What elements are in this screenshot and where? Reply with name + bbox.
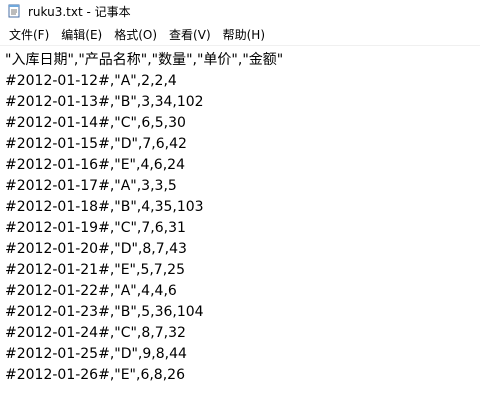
text-line[interactable]: #2012-01-22#,"A",4,4,6 [5, 281, 480, 302]
notepad-window: ruku3.txt - 记事本 文件(F) 编辑(E) 格式(O) 查看(V) … [0, 0, 480, 404]
menu-file[interactable]: 文件(F) [3, 24, 55, 45]
text-line[interactable]: #2012-01-21#,"E",5,7,25 [5, 260, 480, 281]
menu-format[interactable]: 格式(O) [108, 24, 163, 45]
text-line[interactable]: #2012-01-26#,"E",6,8,26 [5, 365, 480, 386]
text-line[interactable]: #2012-01-16#,"E",4,6,24 [5, 155, 480, 176]
menu-edit[interactable]: 编辑(E) [55, 24, 108, 45]
text-line[interactable]: #2012-01-19#,"C",7,6,31 [5, 218, 480, 239]
notepad-icon [7, 4, 21, 18]
text-line[interactable]: #2012-01-25#,"D",9,8,44 [5, 344, 480, 365]
text-line[interactable]: #2012-01-14#,"C",6,5,30 [5, 113, 480, 134]
window-title: ruku3.txt - 记事本 [28, 4, 131, 19]
text-content[interactable]: "入库日期","产品名称","数量","单价","金额" #2012-01-12… [0, 46, 480, 386]
text-editor[interactable]: "入库日期","产品名称","数量","单价","金额" #2012-01-12… [0, 45, 480, 404]
text-line[interactable]: #2012-01-13#,"B",3,34,102 [5, 92, 480, 113]
text-line[interactable]: #2012-01-15#,"D",7,6,42 [5, 134, 480, 155]
text-line[interactable]: #2012-01-18#,"B",4,35,103 [5, 197, 480, 218]
text-line[interactable]: #2012-01-12#,"A",2,2,4 [5, 71, 480, 92]
title-bar[interactable]: ruku3.txt - 记事本 [0, 0, 480, 22]
text-line[interactable]: #2012-01-24#,"C",8,7,32 [5, 323, 480, 344]
text-line[interactable]: "入库日期","产品名称","数量","单价","金额" [5, 50, 480, 71]
text-line[interactable]: #2012-01-17#,"A",3,3,5 [5, 176, 480, 197]
menu-view[interactable]: 查看(V) [163, 24, 217, 45]
menu-bar: 文件(F) 编辑(E) 格式(O) 查看(V) 帮助(H) [0, 24, 480, 44]
menu-help[interactable]: 帮助(H) [217, 24, 271, 45]
text-line[interactable]: #2012-01-23#,"B",5,36,104 [5, 302, 480, 323]
text-line[interactable]: #2012-01-20#,"D",8,7,43 [5, 239, 480, 260]
